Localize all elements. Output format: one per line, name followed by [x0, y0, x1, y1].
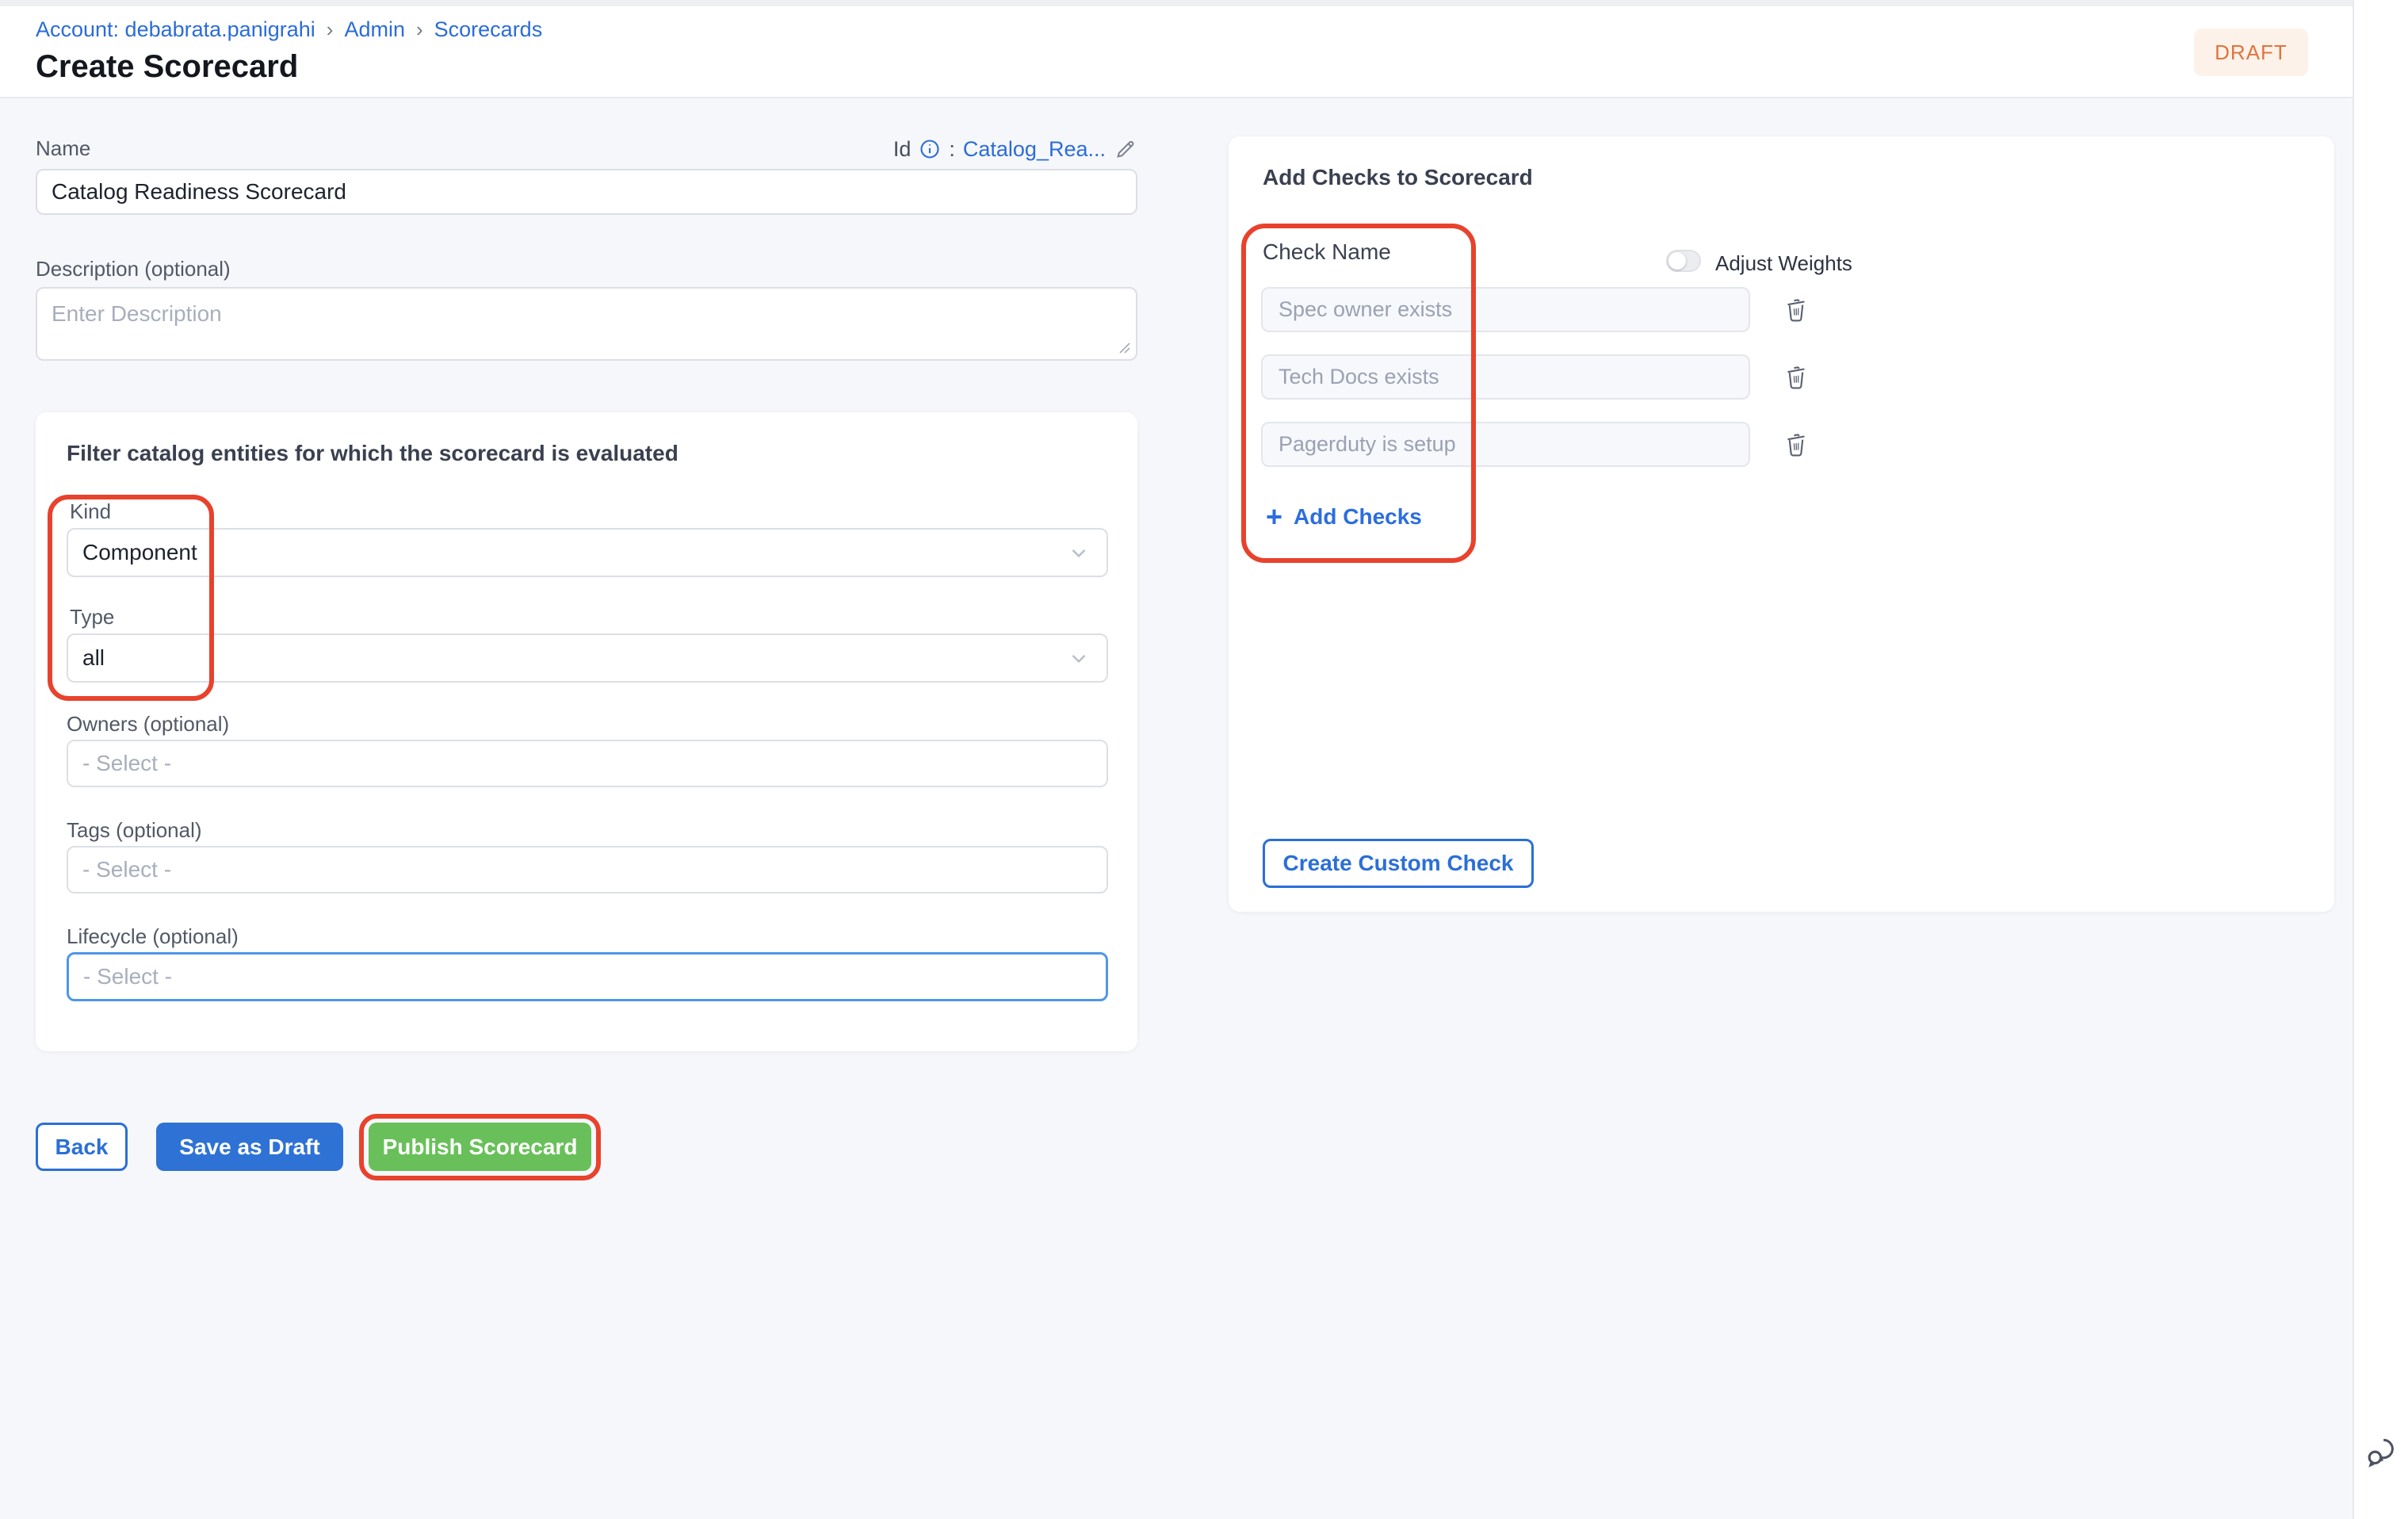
breadcrumb-separator: › — [315, 17, 345, 42]
kind-select[interactable]: Component — [67, 528, 1108, 577]
owners-select[interactable]: - Select - — [67, 740, 1108, 787]
edit-id-button[interactable] — [1114, 137, 1137, 161]
kind-select-value: Component — [82, 540, 197, 565]
add-checks-label: Add Checks — [1294, 504, 1422, 530]
check-name-column-header: Check Name — [1263, 239, 1391, 265]
type-label: Type — [70, 605, 114, 629]
status-badge: DRAFT — [2194, 29, 2308, 76]
save-as-draft-label: Save as Draft — [179, 1134, 319, 1160]
id-row: Id : Catalog_Rea... — [828, 133, 1137, 165]
trash-icon — [1783, 429, 1810, 459]
name-label: Name — [36, 136, 90, 161]
type-select-value: all — [82, 645, 105, 671]
delete-check-button[interactable] — [1782, 293, 1810, 325]
window-top-strip — [0, 0, 2408, 6]
filter-section-heading: Filter catalog entities for which the sc… — [67, 441, 1097, 466]
back-button[interactable]: Back — [36, 1123, 128, 1171]
breadcrumb-account-link[interactable]: Account: debabrata.panigrahi — [36, 17, 315, 42]
owners-label: Owners (optional) — [67, 712, 229, 737]
tags-label: Tags (optional) — [67, 818, 202, 843]
chat-widget-button[interactable] — [2362, 1433, 2400, 1471]
trash-icon — [1783, 294, 1810, 324]
adjust-weights-label: Adjust Weights — [1715, 251, 1852, 276]
plus-icon: + — [1266, 506, 1282, 528]
page-title: Create Scorecard — [36, 49, 298, 85]
right-rail — [2353, 0, 2408, 1519]
adjust-weights-toggle[interactable] — [1666, 250, 1701, 272]
type-select[interactable]: all — [67, 633, 1108, 683]
publish-scorecard-label: Publish Scorecard — [383, 1134, 578, 1160]
chat-bubbles-icon — [2362, 1433, 2400, 1471]
chevron-down-icon — [1067, 646, 1091, 670]
id-label: Id — [893, 137, 912, 162]
create-scorecard-page: Account: debabrata.panigrahi › Admin › S… — [0, 0, 2408, 1519]
kind-label: Kind — [70, 499, 111, 524]
id-value-link[interactable]: Catalog_Rea... — [963, 137, 1106, 162]
trash-icon — [1783, 362, 1810, 392]
chevron-down-icon — [1067, 541, 1091, 564]
delete-check-button[interactable] — [1782, 361, 1810, 392]
info-icon — [919, 138, 941, 160]
check-name-field[interactable] — [1261, 422, 1750, 467]
back-button-label: Back — [55, 1134, 109, 1160]
check-name-field[interactable] — [1261, 287, 1750, 332]
breadcrumb-separator: › — [405, 17, 434, 42]
description-label: Description (optional) — [36, 257, 231, 281]
lifecycle-select[interactable]: - Select - — [67, 952, 1108, 1001]
description-textarea[interactable] — [36, 287, 1137, 361]
tags-select-placeholder: - Select - — [82, 857, 171, 882]
id-colon: : — [949, 137, 955, 162]
pencil-icon — [1114, 137, 1137, 161]
add-checks-heading: Add Checks to Scorecard — [1263, 165, 1533, 190]
breadcrumb-admin-link[interactable]: Admin — [344, 17, 405, 42]
owners-select-placeholder: - Select - — [82, 751, 171, 776]
delete-check-button[interactable] — [1782, 428, 1810, 460]
name-input[interactable] — [36, 169, 1137, 215]
add-checks-button[interactable]: + Add Checks — [1266, 504, 1422, 530]
check-name-field[interactable] — [1261, 354, 1750, 400]
tags-select[interactable]: - Select - — [67, 846, 1108, 893]
publish-scorecard-button[interactable]: Publish Scorecard — [369, 1123, 591, 1171]
lifecycle-label: Lifecycle (optional) — [67, 924, 239, 949]
save-as-draft-button[interactable]: Save as Draft — [156, 1123, 343, 1171]
breadcrumb-scorecards-link[interactable]: Scorecards — [434, 17, 543, 42]
id-info-button[interactable] — [919, 138, 941, 160]
create-custom-check-label: Create Custom Check — [1283, 851, 1514, 876]
toggle-knob — [1668, 252, 1686, 270]
breadcrumb: Account: debabrata.panigrahi › Admin › S… — [36, 17, 542, 42]
lifecycle-select-placeholder: - Select - — [83, 964, 172, 989]
create-custom-check-button[interactable]: Create Custom Check — [1263, 839, 1534, 888]
